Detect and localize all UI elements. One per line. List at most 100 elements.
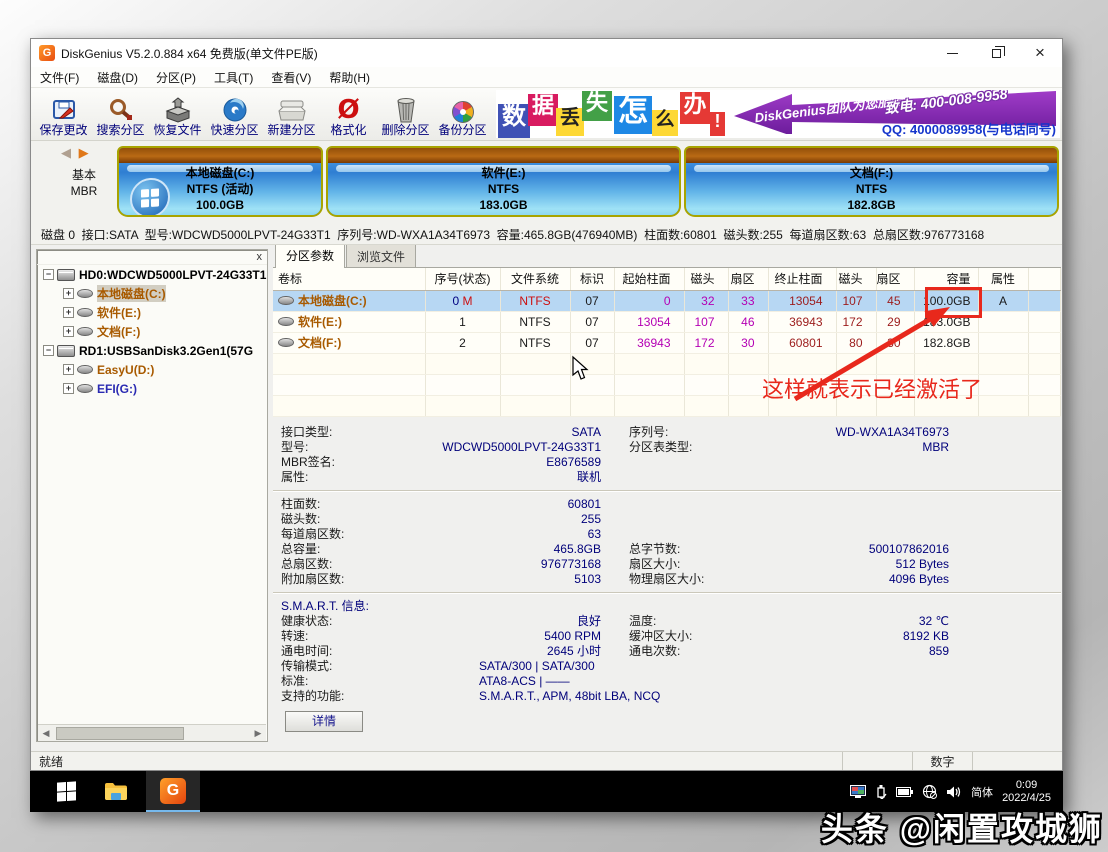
partition-name: 文档(F:) [686, 165, 1057, 181]
restore-button[interactable] [974, 39, 1018, 67]
scroll-right-icon[interactable]: ▶ [250, 728, 266, 739]
collapse-icon[interactable]: − [43, 269, 54, 280]
smart-title: S.M.A.R.T. 信息: [273, 599, 423, 614]
col-end-head[interactable]: 磁头 [836, 268, 876, 290]
partition-box-c[interactable]: 本地磁盘(C:) NTFS (活动) 100.0GB [117, 146, 323, 217]
partition-name: 软件(E:) [328, 165, 679, 181]
menu-help[interactable]: 帮助(H) [320, 69, 379, 86]
diskgenius-icon: G [160, 778, 186, 804]
clock-date: 2022/4/25 [1002, 792, 1051, 804]
file-explorer-button[interactable] [94, 771, 138, 812]
format-button[interactable]: Ø 格式化 [320, 88, 377, 140]
quick-partition-button[interactable]: 快速分区 [206, 88, 263, 140]
tree-item-docs-f[interactable]: + 文档(F:) [37, 322, 267, 341]
tree-item-easyu-d[interactable]: + EasyU(D:) [37, 360, 267, 379]
recover-files-button[interactable]: 恢复文件 [149, 88, 206, 140]
col-end-sec[interactable]: 扇区 [876, 268, 914, 290]
backup-partition-button[interactable]: 备份分区 [434, 88, 491, 140]
tree-item-rd1[interactable]: − RD1:USBSanDisk3.2Gen1(57G [37, 341, 267, 360]
table-row-c[interactable]: 本地磁盘(C:) 0 M NTFS 07 0 32 33 13054 107 4… [273, 290, 1061, 311]
expand-icon[interactable]: + [63, 288, 74, 299]
banner-tile: 怎 [614, 96, 652, 134]
close-button[interactable]: × [1018, 39, 1062, 67]
partition-icon [278, 317, 294, 326]
delete-partition-button[interactable]: 删除分区 [377, 88, 434, 140]
start-button[interactable] [44, 771, 88, 812]
menu-tools[interactable]: 工具(T) [205, 69, 262, 86]
expand-icon[interactable]: + [63, 364, 74, 375]
partition-box-header [686, 148, 1057, 163]
col-end-cyl[interactable]: 终止柱面 [768, 268, 836, 290]
disk-info-line: 磁盘 0 接口:SATA 型号:WDCWD5000LPVT-24G33T1 序列… [31, 225, 1062, 245]
tree-close-icon[interactable]: x [257, 250, 263, 264]
search-icon [108, 96, 134, 123]
scrollbar-track[interactable] [54, 726, 250, 741]
partition-name: 本地磁盘(C:) [119, 165, 321, 181]
tree-item-local-disk-c[interactable]: + 本地磁盘(C:) [37, 284, 267, 303]
col-attr[interactable]: 属性 [978, 268, 1028, 290]
partition-icon [278, 338, 294, 347]
taskbar-clock[interactable]: 0:09 2022/4/25 [1002, 779, 1051, 805]
col-seq-status[interactable]: 序号(状态) [425, 268, 500, 290]
tree-horizontal-scrollbar[interactable]: ◀ ▶ [38, 724, 266, 741]
tree-item-hd0[interactable]: − HD0:WDCWD5000LPVT-24G33T1 [37, 265, 267, 284]
expand-icon[interactable]: + [63, 307, 74, 318]
col-id[interactable]: 标识 [570, 268, 614, 290]
ime-indicator[interactable]: 简体 [971, 784, 993, 800]
new-partition-button[interactable]: 新建分区 [263, 88, 320, 140]
toolbar: 保存更改 搜索分区 恢复文件 [31, 88, 1062, 141]
menu-disk[interactable]: 磁盘(D) [88, 69, 147, 86]
expand-icon[interactable]: + [63, 383, 74, 394]
quick-partition-icon [222, 96, 248, 123]
display-icon[interactable] [850, 785, 866, 798]
col-volume[interactable]: 卷标 [273, 268, 425, 290]
col-capacity[interactable]: 容量 [914, 268, 978, 290]
details-button[interactable]: 详情 [285, 711, 363, 732]
menu-view[interactable]: 查看(V) [262, 69, 320, 86]
windows-start-icon [57, 781, 76, 801]
col-start-cyl[interactable]: 起始柱面 [614, 268, 684, 290]
table-row-f[interactable]: 文档(F:) 2 NTFS 07 36943 172 30 60801 80 3… [273, 332, 1061, 353]
scrollbar-thumb[interactable] [56, 727, 184, 740]
right-panel: 分区参数 浏览文件 卷标 序号(状态) 文件系统 [273, 245, 1061, 751]
save-changes-button[interactable]: 保存更改 [35, 88, 92, 140]
minimize-button[interactable] [930, 39, 974, 67]
tab-browse-files[interactable]: 浏览文件 [346, 245, 416, 267]
partition-icon [278, 296, 294, 305]
status-ready: 就绪 [31, 753, 842, 770]
scroll-left-icon[interactable]: ◀ [38, 728, 54, 739]
tab-partition-params[interactable]: 分区参数 [275, 245, 345, 268]
partition-size: 183.0GB [328, 197, 679, 213]
save-icon [51, 96, 77, 123]
diskgenius-taskbar-button[interactable]: G [146, 771, 200, 812]
partition-box-e[interactable]: 软件(E:) NTFS 183.0GB [326, 146, 681, 217]
col-filesystem[interactable]: 文件系统 [500, 268, 570, 290]
expand-icon[interactable]: + [63, 326, 74, 337]
minimize-icon [947, 53, 958, 54]
partition-table: 卷标 序号(状态) 文件系统 标识 起始柱面 磁头 扇区 终止柱面 磁头 扇区 … [273, 268, 1061, 417]
screen: G DiskGenius V5.2.0.884 x64 免费版(单文件PE版) … [30, 38, 1063, 812]
tree-item-software-e[interactable]: + 软件(E:) [37, 303, 267, 322]
table-row-e[interactable]: 软件(E:) 1 NTFS 07 13054 107 46 36943 172 … [273, 311, 1061, 332]
menu-partition[interactable]: 分区(P) [147, 69, 205, 86]
next-disk-arrow-icon[interactable]: ▶ [79, 145, 91, 160]
banner-tile: 么 [652, 110, 678, 136]
prev-disk-arrow-icon[interactable]: ◀ [61, 145, 73, 160]
photo-background: G DiskGenius V5.2.0.884 x64 免费版(单文件PE版) … [0, 0, 1108, 852]
banner-qq-text: QQ: 4000089958(与电话同号) [882, 119, 1056, 138]
battery-icon[interactable] [896, 787, 913, 797]
usb-icon[interactable] [875, 784, 887, 799]
search-partition-button[interactable]: 搜索分区 [92, 88, 149, 140]
speaker-icon[interactable] [946, 785, 962, 799]
hard-disk-icon [57, 345, 75, 357]
network-globe-icon[interactable] [922, 784, 937, 799]
menu-file[interactable]: 文件(F) [31, 69, 88, 86]
ad-banner: 数 据 丢 失 怎 么 办 ! DiskGenius团队为您服务! 致电: 40… [496, 90, 1060, 138]
partition-icon [77, 384, 93, 393]
col-start-sec[interactable]: 扇区 [728, 268, 768, 290]
col-start-head[interactable]: 磁头 [684, 268, 728, 290]
partition-box-f[interactable]: 文档(F:) NTFS 182.8GB [684, 146, 1059, 217]
tree-item-efi-g[interactable]: + EFI(G:) [37, 379, 267, 398]
collapse-icon[interactable]: − [43, 345, 54, 356]
window-title: DiskGenius V5.2.0.884 x64 免费版(单文件PE版) [61, 45, 930, 62]
